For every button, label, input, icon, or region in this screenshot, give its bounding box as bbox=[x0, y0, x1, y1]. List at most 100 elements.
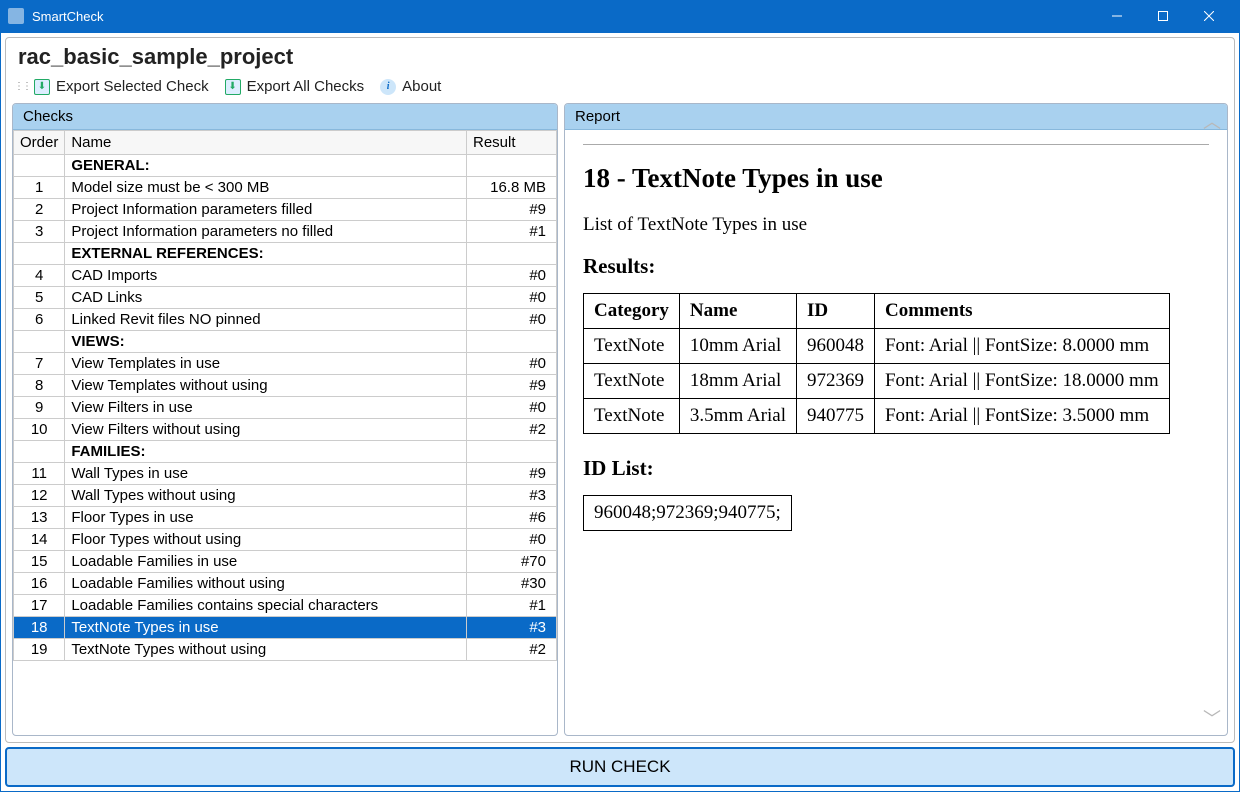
run-check-button[interactable]: RUN CHECK bbox=[5, 747, 1235, 787]
report-subtitle: List of TextNote Types in use bbox=[583, 214, 1209, 236]
titlebar[interactable]: SmartCheck bbox=[0, 0, 1240, 32]
report-row: TextNote3.5mm Arial940775Font: Arial || … bbox=[584, 399, 1170, 434]
table-row[interactable]: 16Loadable Families without using#30 bbox=[14, 573, 557, 595]
cell-result: #0 bbox=[467, 309, 557, 331]
cell-name: Wall Types in use bbox=[65, 463, 467, 485]
cell-order: 5 bbox=[14, 287, 65, 309]
table-row[interactable]: EXTERNAL REFERENCES: bbox=[14, 243, 557, 265]
cell-comments: Font: Arial || FontSize: 8.0000 mm bbox=[874, 329, 1169, 364]
cell-result: #2 bbox=[467, 419, 557, 441]
table-row[interactable]: 4CAD Imports#0 bbox=[14, 265, 557, 287]
col-result[interactable]: Result bbox=[467, 131, 557, 155]
table-row[interactable]: GENERAL: bbox=[14, 155, 557, 177]
cell-order: 11 bbox=[14, 463, 65, 485]
rh-category: Category bbox=[584, 294, 680, 329]
scroll-down-icon[interactable]: ﹀ bbox=[1203, 705, 1221, 731]
project-header: rac_basic_sample_project bbox=[6, 38, 1234, 72]
cell-name: 10mm Arial bbox=[679, 329, 796, 364]
table-row[interactable]: 13Floor Types in use#6 bbox=[14, 507, 557, 529]
export-icon: ⬇ bbox=[225, 79, 241, 95]
checks-panel: Checks Order Name Result GENERAL:1Model … bbox=[12, 103, 558, 736]
table-row[interactable]: 12Wall Types without using#3 bbox=[14, 485, 557, 507]
cell-order: 7 bbox=[14, 353, 65, 375]
cell-result: #1 bbox=[467, 221, 557, 243]
cell-name: Wall Types without using bbox=[65, 485, 467, 507]
table-row[interactable]: 5CAD Links#0 bbox=[14, 287, 557, 309]
cell-result: #0 bbox=[467, 287, 557, 309]
export-all-label: Export All Checks bbox=[247, 78, 365, 95]
group-name: GENERAL: bbox=[65, 155, 467, 177]
cell-result: #6 bbox=[467, 507, 557, 529]
export-all-button[interactable]: ⬇ Export All Checks bbox=[219, 76, 371, 97]
cell-name: 18mm Arial bbox=[679, 364, 796, 399]
cell-result: #9 bbox=[467, 375, 557, 397]
cell-id: 972369 bbox=[796, 364, 874, 399]
app-title: SmartCheck bbox=[32, 9, 1094, 24]
cell-comments: Font: Arial || FontSize: 3.5000 mm bbox=[874, 399, 1169, 434]
cell-result: #30 bbox=[467, 573, 557, 595]
table-row[interactable]: 15Loadable Families in use#70 bbox=[14, 551, 557, 573]
cell-result: #70 bbox=[467, 551, 557, 573]
col-name[interactable]: Name bbox=[65, 131, 467, 155]
cell-order: 3 bbox=[14, 221, 65, 243]
table-row[interactable]: 10View Filters without using#2 bbox=[14, 419, 557, 441]
toolbar-grip-icon: ⋮⋮ bbox=[14, 81, 22, 92]
cell-comments: Font: Arial || FontSize: 18.0000 mm bbox=[874, 364, 1169, 399]
cell-name: CAD Links bbox=[65, 287, 467, 309]
cell-order: 12 bbox=[14, 485, 65, 507]
cell-order: 14 bbox=[14, 529, 65, 551]
table-row[interactable]: 7View Templates in use#0 bbox=[14, 353, 557, 375]
cell-category: TextNote bbox=[584, 364, 680, 399]
cell-result: #3 bbox=[467, 617, 557, 639]
export-icon: ⬇ bbox=[34, 79, 50, 95]
cell-result: #9 bbox=[467, 199, 557, 221]
report-row: TextNote10mm Arial960048Font: Arial || F… bbox=[584, 329, 1170, 364]
table-row[interactable]: 2Project Information parameters filled#9 bbox=[14, 199, 557, 221]
table-row[interactable]: 3Project Information parameters no fille… bbox=[14, 221, 557, 243]
table-row[interactable]: 9View Filters in use#0 bbox=[14, 397, 557, 419]
table-row[interactable]: 14Floor Types without using#0 bbox=[14, 529, 557, 551]
cell-order: 6 bbox=[14, 309, 65, 331]
checks-table-scroll[interactable]: Order Name Result GENERAL:1Model size mu… bbox=[13, 130, 557, 735]
cell-result: #0 bbox=[467, 397, 557, 419]
table-row[interactable]: FAMILIES: bbox=[14, 441, 557, 463]
cell-order: 13 bbox=[14, 507, 65, 529]
cell-name: Model size must be < 300 MB bbox=[65, 177, 467, 199]
cell-result: #2 bbox=[467, 639, 557, 661]
about-label: About bbox=[402, 78, 441, 95]
table-row[interactable]: 18TextNote Types in use#3 bbox=[14, 617, 557, 639]
report-panel: Report ︿ 18 - TextNote Types in use List… bbox=[564, 103, 1228, 736]
col-order[interactable]: Order bbox=[14, 131, 65, 155]
export-selected-button[interactable]: ⬇ Export Selected Check bbox=[28, 76, 215, 97]
table-row[interactable]: 1Model size must be < 300 MB16.8 MB bbox=[14, 177, 557, 199]
cell-name: View Filters in use bbox=[65, 397, 467, 419]
report-title: 18 - TextNote Types in use bbox=[583, 163, 1209, 194]
about-button[interactable]: i About bbox=[374, 76, 447, 97]
report-divider bbox=[583, 144, 1209, 145]
cell-order: 15 bbox=[14, 551, 65, 573]
rh-id: ID bbox=[796, 294, 874, 329]
cell-order: 9 bbox=[14, 397, 65, 419]
checks-table: Order Name Result GENERAL:1Model size mu… bbox=[13, 130, 557, 661]
maximize-button[interactable] bbox=[1140, 0, 1186, 32]
table-row[interactable]: VIEWS: bbox=[14, 331, 557, 353]
table-row[interactable]: 8View Templates without using#9 bbox=[14, 375, 557, 397]
table-row[interactable]: 17Loadable Families contains special cha… bbox=[14, 595, 557, 617]
cell-category: TextNote bbox=[584, 399, 680, 434]
close-button[interactable] bbox=[1186, 0, 1232, 32]
table-row[interactable]: 11Wall Types in use#9 bbox=[14, 463, 557, 485]
results-heading: Results: bbox=[583, 254, 1209, 279]
group-name: FAMILIES: bbox=[65, 441, 467, 463]
cell-result: #0 bbox=[467, 265, 557, 287]
cell-result: #0 bbox=[467, 529, 557, 551]
minimize-button[interactable] bbox=[1094, 0, 1140, 32]
cell-result: #0 bbox=[467, 353, 557, 375]
group-name: EXTERNAL REFERENCES: bbox=[65, 243, 467, 265]
cell-order: 4 bbox=[14, 265, 65, 287]
table-row[interactable]: 19TextNote Types without using#2 bbox=[14, 639, 557, 661]
cell-order: 17 bbox=[14, 595, 65, 617]
table-row[interactable]: 6Linked Revit files NO pinned#0 bbox=[14, 309, 557, 331]
report-row: TextNote18mm Arial972369Font: Arial || F… bbox=[584, 364, 1170, 399]
cell-order: 18 bbox=[14, 617, 65, 639]
rh-name: Name bbox=[679, 294, 796, 329]
